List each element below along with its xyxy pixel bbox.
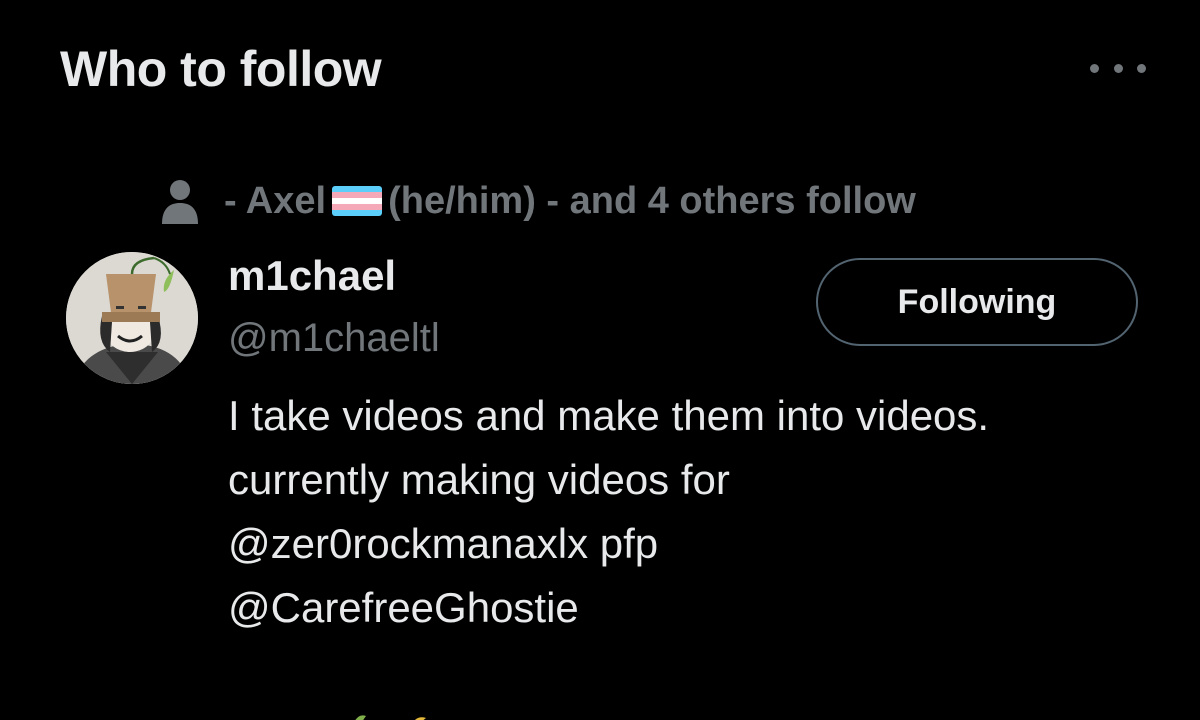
bio-mention-link[interactable]: @zer0rockmanaxlx	[228, 520, 588, 567]
next-item-emoji-peek	[355, 715, 426, 720]
bio-mention-link[interactable]: @CarefreeGhostie	[228, 584, 579, 631]
transgender-flag-emoji	[332, 186, 383, 216]
display-name[interactable]: m1chael	[228, 252, 396, 300]
avatar[interactable]	[66, 252, 198, 384]
who-to-follow-panel: Who to follow - Axel (he/him) - and 4 ot…	[0, 0, 1200, 720]
bio-pfp-text: pfp	[599, 520, 659, 567]
social-context-suffix: (he/him) - and 4 others follow	[388, 179, 916, 222]
social-context: - Axel (he/him) - and 4 others follow	[160, 178, 916, 224]
bio-line: @zer0rockmanaxlx pfp	[228, 512, 1168, 576]
user-bio: I take videos and make them into videos.…	[228, 384, 1168, 640]
more-horizontal-icon[interactable]	[1090, 52, 1146, 84]
bio-line: I take videos and make them into videos.	[228, 392, 990, 439]
person-icon	[162, 180, 198, 224]
bio-line: @CarefreeGhostie	[228, 576, 1168, 640]
social-context-prefix: - Axel	[224, 179, 327, 222]
user-handle[interactable]: @m1chaeltl	[228, 316, 440, 361]
bio-line: currently making videos for	[228, 456, 730, 503]
section-title: Who to follow	[60, 41, 382, 97]
following-button[interactable]: Following	[816, 258, 1138, 346]
